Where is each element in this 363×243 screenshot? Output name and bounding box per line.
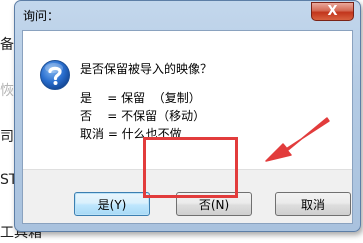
annotation-highlight-box bbox=[143, 137, 238, 198]
cancel-button[interactable]: 取消 bbox=[275, 192, 351, 216]
yes-button[interactable]: 是(Y) bbox=[74, 192, 150, 216]
no-button-label: 否(N) bbox=[198, 197, 230, 212]
question-icon bbox=[39, 59, 71, 91]
dialog-details: 是 = 保留 （复制） 否 = 不保留（移动） 取消 = 什么也不做 bbox=[80, 89, 205, 143]
cancel-button-label: 取消 bbox=[300, 197, 325, 212]
close-button[interactable]: X bbox=[311, 2, 354, 21]
dialog-message: 是否保留被导入的映像？ bbox=[80, 62, 213, 76]
close-icon: X bbox=[327, 4, 338, 19]
dialog-title: 询问： bbox=[23, 9, 60, 23]
dialog-titlebar[interactable]: 询问： X bbox=[15, 1, 360, 27]
detail-line-yes: 是 = 保留 （复制） bbox=[80, 91, 201, 105]
yes-button-label: 是(Y) bbox=[97, 197, 127, 212]
detail-line-no: 否 = 不保留（移动） bbox=[80, 109, 206, 123]
